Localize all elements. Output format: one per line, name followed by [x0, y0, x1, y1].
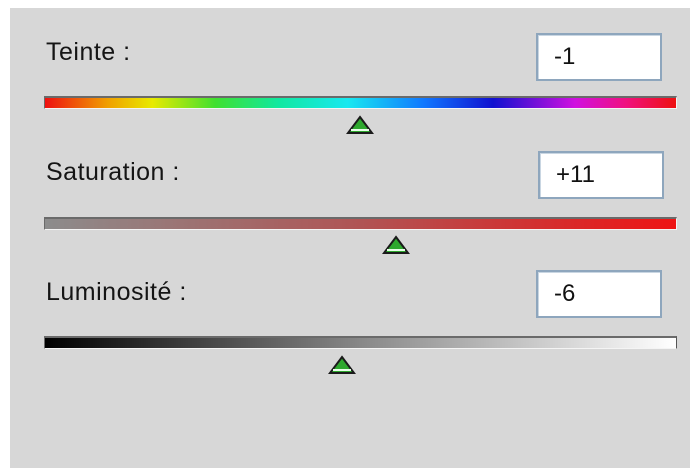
hue-slider-thumb[interactable] — [346, 115, 374, 135]
hue-saturation-panel: Teinte : -1 Saturation : +11 Luminosité … — [10, 8, 690, 468]
luminosity-slider-thumb[interactable] — [328, 355, 356, 375]
luminosity-label: Luminosité : — [46, 278, 187, 306]
saturation-slider-track[interactable] — [44, 217, 677, 230]
luminosity-slider-track[interactable] — [44, 336, 677, 349]
hue-label: Teinte : — [46, 38, 131, 66]
saturation-value-field[interactable]: +11 — [538, 151, 664, 199]
luminosity-value-field[interactable]: -6 — [536, 270, 662, 318]
saturation-label: Saturation : — [46, 158, 180, 186]
saturation-slider-thumb[interactable] — [382, 235, 410, 255]
hue-value-field[interactable]: -1 — [536, 33, 662, 81]
hue-slider-track[interactable] — [44, 96, 677, 109]
